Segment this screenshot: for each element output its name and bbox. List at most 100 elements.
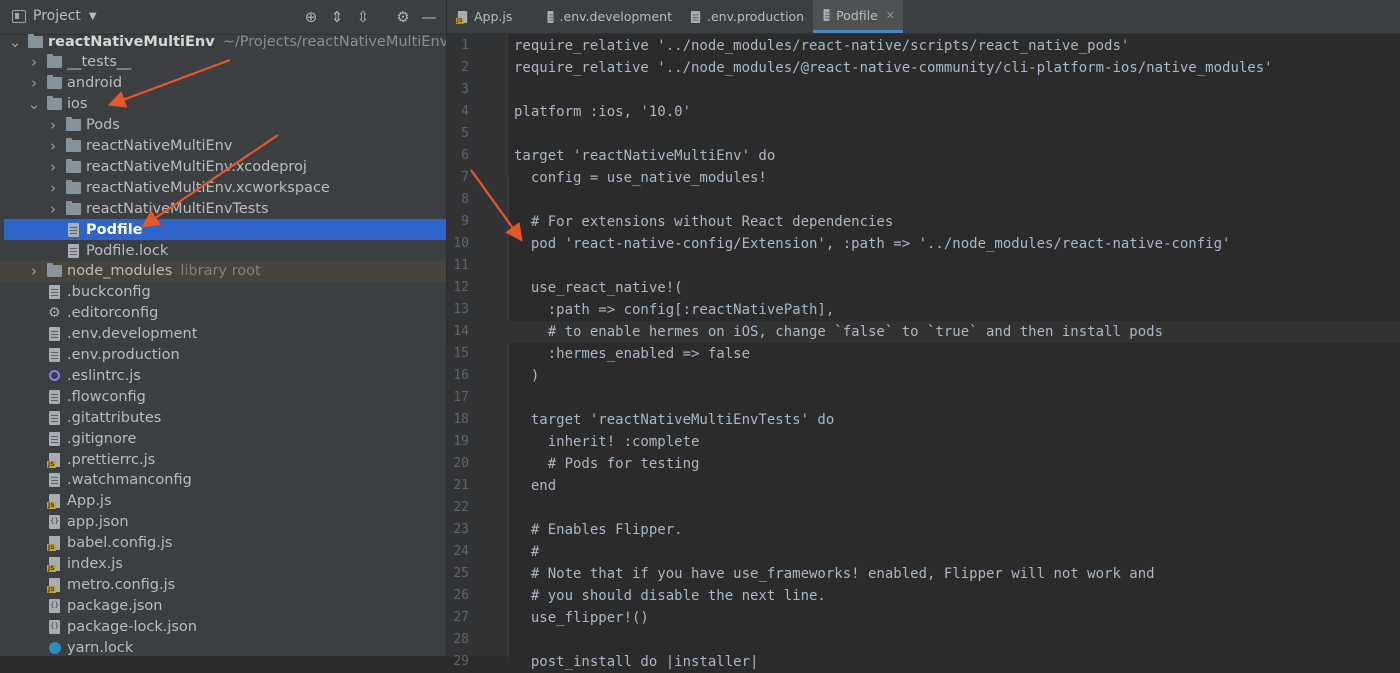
folder-icon-wrap xyxy=(28,33,44,49)
project-view-selector[interactable]: Project ▼ xyxy=(12,8,97,24)
file-icon-wrap xyxy=(66,222,82,237)
code-view[interactable]: 1 require_relative '../node_modules/react… xyxy=(447,34,1400,670)
code-text: require_relative '../node_modules/@react… xyxy=(514,60,1273,76)
line-number: 4 xyxy=(461,104,469,119)
tree-row[interactable]: .eslintrc.js xyxy=(0,365,446,386)
code-line: 4 platform :ios, '10.0' xyxy=(447,101,1400,123)
tab-app-js[interactable]: App.js xyxy=(447,0,537,33)
tab-podfile[interactable]: Podfile ✕ xyxy=(813,0,903,33)
tree-item-label: reactNativeMultiEnv.xcodeproj xyxy=(86,158,307,175)
tab-env-development[interactable]: .env.development xyxy=(537,0,680,33)
tree-row[interactable]: ⌄ reactNativeMultiEnv ~/Projects/reactNati… xyxy=(0,31,446,52)
tab-env-production[interactable]: .env.production xyxy=(680,0,813,33)
js-file-icon xyxy=(47,452,60,468)
line-number: 23 xyxy=(453,522,469,537)
tree-row[interactable]: metro.config.js xyxy=(0,574,446,595)
expand-all-icon[interactable]: ⇕ xyxy=(326,6,348,28)
line-number: 2 xyxy=(461,60,469,75)
chevron-down-icon[interactable]: ⌄ xyxy=(8,34,22,49)
js-file-icon xyxy=(47,577,60,593)
js-file-icon-wrap xyxy=(47,577,63,593)
chevron-right-icon[interactable]: › xyxy=(27,76,41,91)
file-icon xyxy=(49,431,60,446)
line-number: 20 xyxy=(453,456,469,471)
folder-icon-wrap xyxy=(66,179,82,195)
tree-row[interactable]: app.json xyxy=(0,512,446,533)
tree-item-label: reactNativeMultiEnvTests xyxy=(86,200,269,217)
tree-row[interactable]: › android xyxy=(0,73,446,94)
chevron-right-icon[interactable]: › xyxy=(46,118,60,133)
close-icon[interactable]: ✕ xyxy=(886,9,895,22)
locate-file-icon[interactable]: ⊕ xyxy=(300,6,322,28)
js-file-icon-wrap xyxy=(47,494,63,510)
tree-row[interactable]: .gitattributes xyxy=(0,407,446,428)
tree-row[interactable]: App.js xyxy=(0,491,446,512)
tree-row[interactable]: › reactNativeMultiEnv.xcworkspace xyxy=(0,177,446,198)
tree-row[interactable]: .prettierrc.js xyxy=(0,449,446,470)
chevron-right-icon[interactable]: › xyxy=(27,55,41,70)
tree-row[interactable]: .gitignore xyxy=(0,428,446,449)
line-number: 10 xyxy=(453,236,469,251)
yarn-icon-wrap xyxy=(47,641,63,655)
chevron-down-icon[interactable]: ⌄ xyxy=(27,97,41,112)
minimize-icon[interactable]: — xyxy=(418,6,440,28)
chevron-right-icon[interactable]: › xyxy=(46,180,60,195)
code-text: # to enable hermes on iOS, change `false… xyxy=(514,324,1164,340)
folder-icon-wrap xyxy=(66,117,82,132)
tree-item-label: babel.config.js xyxy=(67,535,173,552)
folder-icon-wrap xyxy=(47,75,63,90)
chevron-right-icon[interactable]: › xyxy=(27,264,41,279)
tree-row[interactable]: .flowconfig xyxy=(0,386,446,407)
chevron-down-icon: ▼ xyxy=(88,10,97,22)
tree-row[interactable]: › reactNativeMultiEnv xyxy=(0,136,446,157)
tree-row[interactable]: .env.production xyxy=(0,345,446,366)
chevron-right-icon[interactable]: › xyxy=(46,159,60,174)
editor-tab-bar: App.js .env.development .env.production Pod… xyxy=(447,0,1400,34)
tree-row[interactable]: .env.development xyxy=(0,324,446,345)
file-icon-wrap xyxy=(47,473,63,488)
file-icon xyxy=(823,9,832,21)
tree-item-label: package.json xyxy=(67,597,163,614)
tree-row[interactable]: › node_modules library root xyxy=(0,260,446,282)
code-line: 13 :path => config[:reactNativePath], xyxy=(447,299,1400,321)
project-path: ~/Projects/reactNativeMultiEnv xyxy=(222,33,447,50)
tree-row[interactable]: index.js xyxy=(0,554,446,575)
tree-row[interactable]: .buckconfig xyxy=(0,282,446,303)
folder-icon xyxy=(66,158,81,173)
code-text: # Enables Flipper. xyxy=(514,522,683,538)
line-number: 1 xyxy=(461,38,469,53)
tree-item-label: yarn.lock xyxy=(67,639,134,656)
tree-row[interactable]: › reactNativeMultiEnvTests xyxy=(0,198,446,219)
tree-row[interactable]: package-lock.json xyxy=(0,616,446,637)
chevron-right-icon[interactable]: › xyxy=(46,139,60,154)
tree-row[interactable]: .watchmanconfig xyxy=(0,470,446,491)
collapse-all-icon[interactable]: ⇳ xyxy=(352,6,374,28)
tab-label: .env.development xyxy=(559,9,672,24)
file-icon xyxy=(49,389,60,404)
tree-row[interactable]: Podfile.lock xyxy=(0,240,446,261)
tree-row[interactable]: ⚙ .editorconfig xyxy=(0,303,446,324)
tree-row[interactable]: yarn.lock xyxy=(0,637,446,656)
tree-row[interactable]: Podfile xyxy=(4,219,446,241)
line-number: 27 xyxy=(453,610,469,625)
tree-row[interactable]: › reactNativeMultiEnv.xcodeproj xyxy=(0,156,446,177)
file-icon-wrap xyxy=(66,243,82,258)
gear-icon[interactable]: ⚙ xyxy=(392,6,414,28)
tree-row[interactable]: › Pods xyxy=(0,115,446,136)
folder-icon-wrap xyxy=(66,138,82,153)
tree-item-label: Podfile xyxy=(86,221,143,238)
tree-row[interactable]: › __tests__ xyxy=(0,52,446,73)
tree-row[interactable]: package.json xyxy=(0,595,446,616)
eslint-icon xyxy=(49,369,60,381)
tree-row[interactable]: ⌄ ios xyxy=(0,94,446,115)
line-number: 25 xyxy=(453,566,469,581)
chevron-right-icon[interactable]: › xyxy=(46,201,60,216)
file-icon xyxy=(49,410,60,425)
tree-row[interactable]: babel.config.js xyxy=(0,533,446,554)
code-text: use_flipper!() xyxy=(514,610,649,626)
